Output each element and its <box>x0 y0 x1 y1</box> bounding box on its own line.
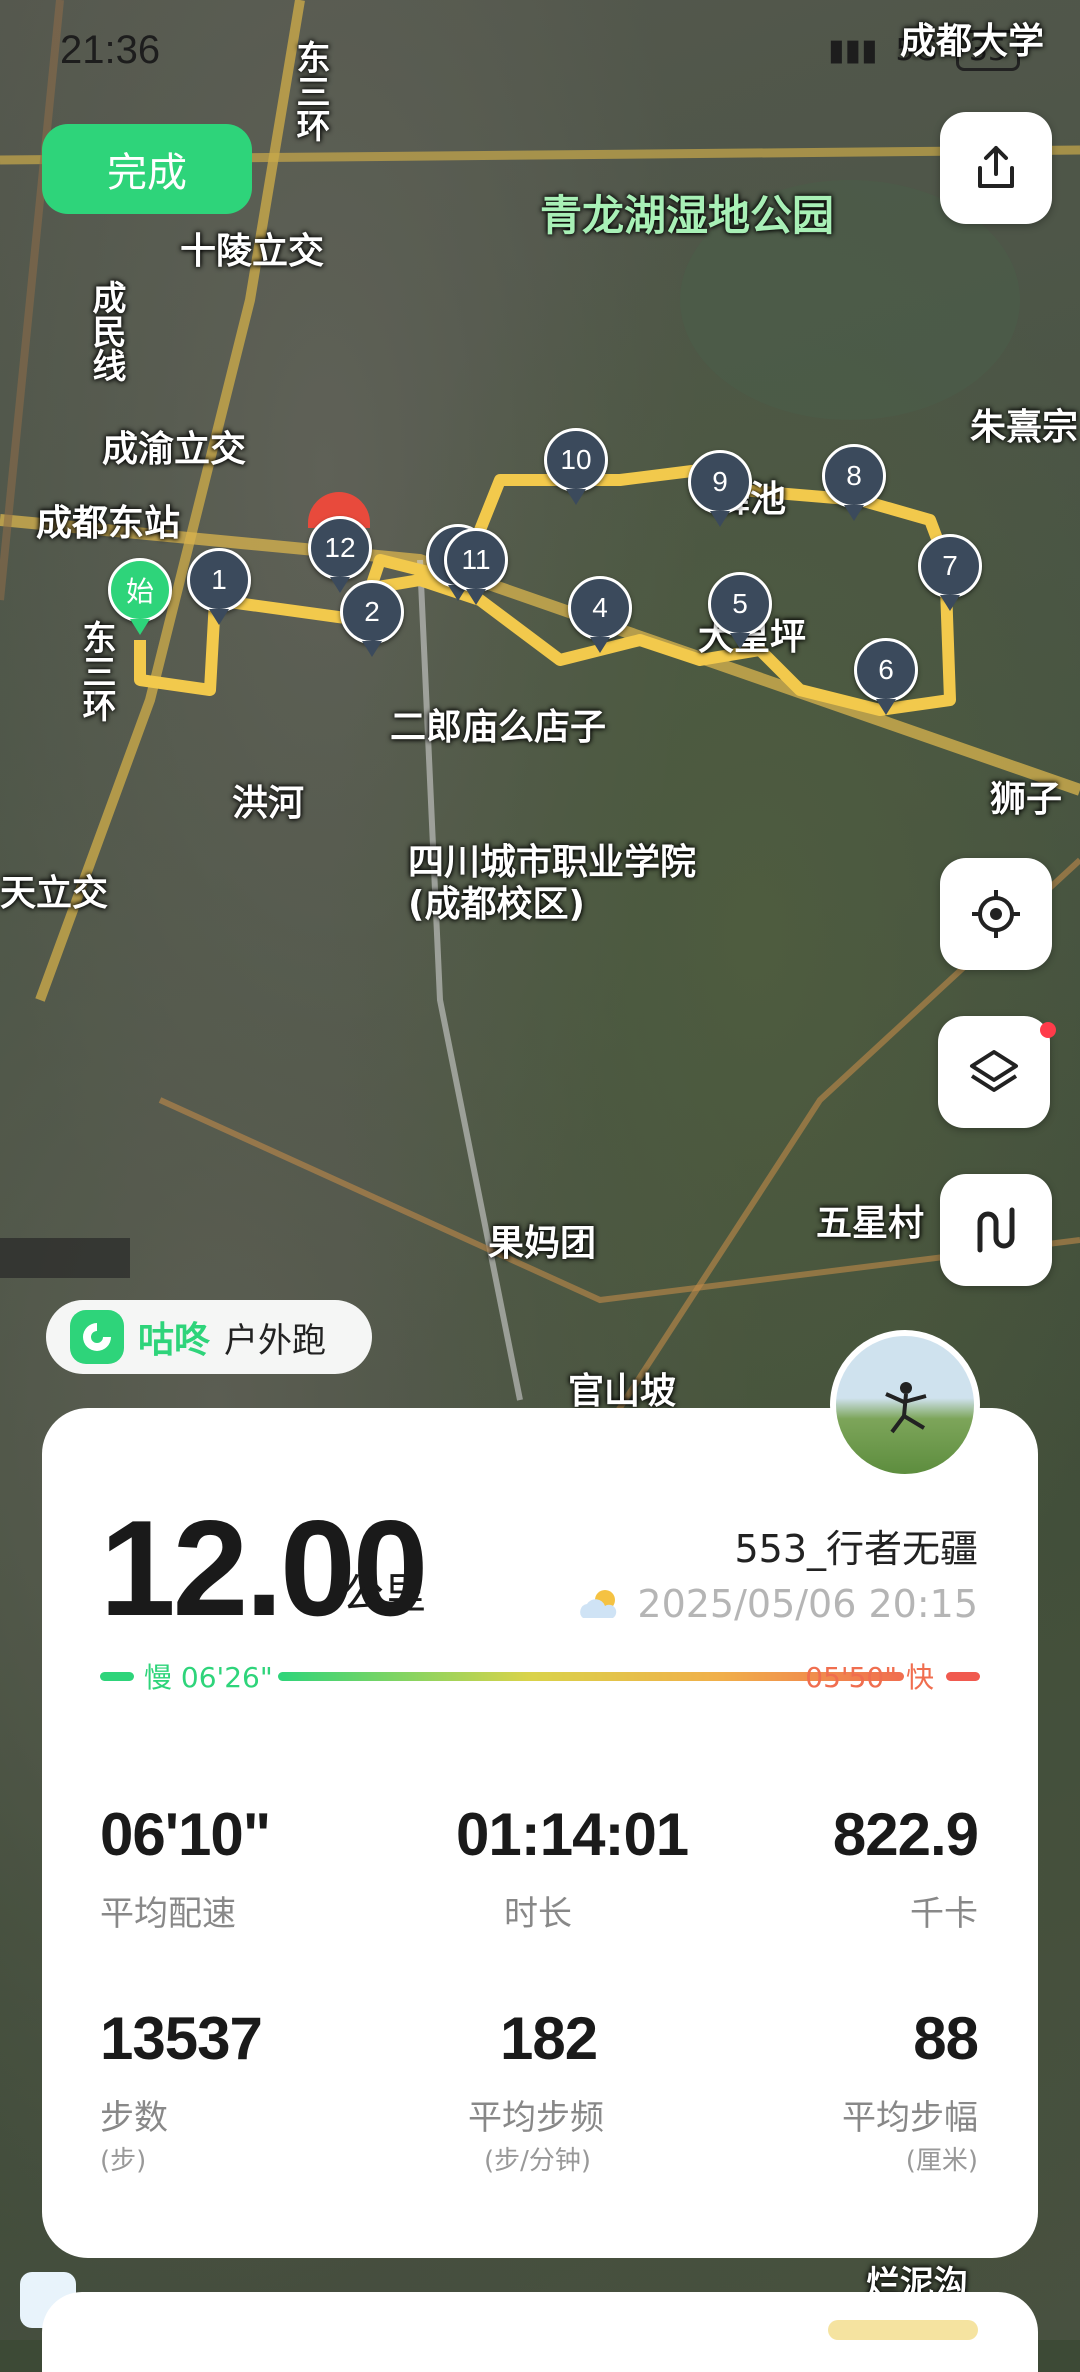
route-pin[interactable]: 7 <box>918 534 982 598</box>
bottom-sheet[interactable] <box>42 2292 1038 2372</box>
route-pin[interactable]: 4 <box>568 576 632 640</box>
track-style-button[interactable] <box>940 1174 1052 1286</box>
pace-slow-label: 慢 06'26" <box>144 1661 273 1694</box>
route-pin[interactable]: 1 <box>187 548 251 612</box>
route-pin[interactable]: 10 <box>544 428 608 492</box>
map-label-shiling: 十陵立交 <box>180 231 325 272</box>
cadence-unit: (步/分钟) <box>484 2146 592 2176</box>
map-label-guanshan: 官山坡 <box>568 1371 677 1412</box>
steps-unit: (步) <box>100 2146 147 2176</box>
map-label-chengyu: 成渝立交 <box>102 429 247 470</box>
route-pin[interactable]: 8 <box>822 444 886 508</box>
sport-type: 户外跑 <box>224 1320 327 1361</box>
route-pin[interactable]: 5 <box>708 572 772 636</box>
map-label-sichuan-college: 四川城市职业学院(成都校区) <box>408 842 697 925</box>
pace-range-bar: 慢 06'26" 05'50" 快 <box>100 1656 980 1696</box>
pace-slow-marker <box>100 1672 134 1681</box>
map-overlay-tag <box>0 1238 130 1278</box>
cadence-label: 平均步频 <box>468 2098 604 2138</box>
calories-value: 822.9 <box>832 1801 979 1868</box>
bottom-sheet-action[interactable] <box>828 2320 978 2340</box>
map-label-chengdu-east: 成都东站 <box>36 503 181 544</box>
pace-fast-marker <box>946 1672 980 1681</box>
map-label-east-third-ring-left: 东三环 <box>76 620 116 722</box>
map-label-east-third-ring-top: 东三环 <box>290 40 330 142</box>
map-label-erlangmiao: 二郎庙么店子 <box>390 707 607 748</box>
datetime-text: 2025/05/06 20:15 <box>637 1582 978 1626</box>
route-pin-end[interactable]: 12 <box>308 516 372 580</box>
map-label-qinglong-lake: 青龙湖湿地公园 <box>540 191 835 240</box>
layers-icon <box>970 1050 1018 1092</box>
steps-label: 步数 <box>100 2098 168 2138</box>
route-pin[interactable]: 11 <box>444 528 508 592</box>
route-line <box>134 464 956 716</box>
avatar[interactable] <box>830 1330 980 1480</box>
calories-label: 千卡 <box>910 1894 978 1934</box>
stride-label: 平均步幅 <box>842 2098 978 2138</box>
route-pin[interactable]: 6 <box>854 638 918 702</box>
locate-button[interactable] <box>940 858 1052 970</box>
signal-icon: ▮▮▮ <box>827 32 878 68</box>
brand-name: 咕咚 <box>138 1320 211 1361</box>
map-label-chengdu-university: 成都大学 <box>900 21 1045 62</box>
distance-unit: 公里 <box>342 1569 427 1618</box>
avatar-photo <box>885 1382 927 1434</box>
duration-label: 时长 <box>504 1894 572 1934</box>
map-label-chengmin: 成民线 <box>86 280 126 382</box>
workout-datetime: 2025/05/06 20:15 <box>575 1582 978 1626</box>
map-label-zhuxi: 朱熹宗 <box>970 407 1079 448</box>
map-label-guoma: 果妈团 <box>488 1223 597 1264</box>
route-curve-icon <box>977 1207 1015 1253</box>
avg-pace-label: 平均配速 <box>100 1894 236 1934</box>
route-pin[interactable]: 9 <box>688 450 752 514</box>
stride-value: 88 <box>913 2005 979 2072</box>
username: 553_行者无疆 <box>734 1527 978 1571</box>
brand-pill: 咕咚 户外跑 <box>46 1300 372 1374</box>
avg-pace-value: 06'10" <box>100 1801 271 1868</box>
map-label-tianli: 天立交 <box>0 873 109 914</box>
stride-unit: (厘米) <box>905 2146 978 2176</box>
share-icon <box>978 146 1014 188</box>
cadence-value: 182 <box>500 2005 598 2072</box>
pace-fast-label: 05'50" 快 <box>805 1661 934 1694</box>
map-label-honghe: 洪河 <box>232 783 305 824</box>
notification-dot <box>1040 1022 1056 1038</box>
steps-value: 13537 <box>100 2005 263 2072</box>
done-button[interactable]: 完成 <box>42 124 252 214</box>
layers-button[interactable] <box>938 1016 1056 1128</box>
share-button[interactable] <box>940 112 1052 224</box>
map-label-wuxing: 五星村 <box>816 1203 925 1244</box>
codoon-logo-icon <box>70 1310 124 1364</box>
status-time: 21:36 <box>60 27 161 72</box>
duration-value: 01:14:01 <box>456 1801 689 1868</box>
route-pin-start[interactable]: 始 <box>108 558 172 622</box>
map-label-shizi: 狮子 <box>990 779 1063 820</box>
partly-cloudy-icon <box>580 1590 617 1618</box>
crosshair-icon <box>972 890 1020 938</box>
